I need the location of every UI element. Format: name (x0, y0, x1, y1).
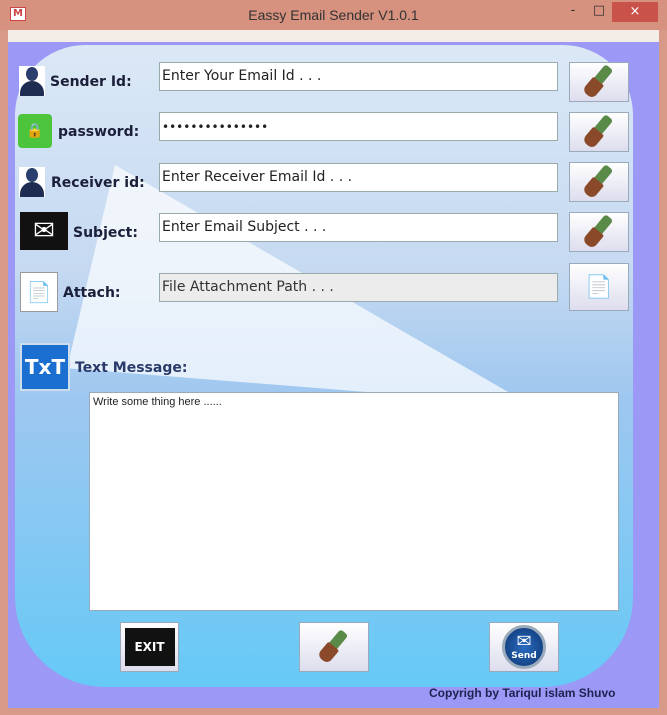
subject-input[interactable]: Enter Email Subject . . . (159, 213, 558, 242)
text-icon: TxT (20, 343, 70, 391)
password-input[interactable]: ••••••••••••••• (159, 112, 558, 141)
brush-icon (584, 115, 614, 149)
clear-receiver-button[interactable] (569, 162, 629, 202)
send-button[interactable]: ✉ Send (489, 622, 559, 672)
password-label: password: (58, 124, 140, 140)
copyright-text: Copyrigh by Tariqul islam Shuvo (429, 686, 616, 700)
minimize-button[interactable]: - (560, 3, 586, 23)
close-button[interactable]: × (612, 2, 658, 22)
send-label: Send (511, 651, 537, 661)
envelope-icon: ✉ (20, 212, 68, 250)
document-icon: 📄 (585, 274, 613, 300)
clear-sender-button[interactable] (569, 62, 629, 102)
document-icon: 📄 (20, 272, 58, 312)
brush-icon (584, 215, 614, 249)
brush-icon (584, 165, 614, 199)
maximize-button[interactable]: □ (588, 3, 610, 23)
brush-icon (584, 65, 614, 99)
message-textarea[interactable] (89, 392, 619, 611)
attach-label: Attach: (63, 285, 121, 301)
send-mail-icon: ✉ Send (502, 625, 546, 669)
menu-strip (8, 30, 659, 42)
subject-label: Subject: (73, 225, 138, 241)
sender-id-input[interactable]: Enter Your Email Id . . . (159, 62, 558, 91)
brush-icon (319, 630, 349, 664)
browse-attachment-button[interactable]: 📄 (569, 263, 629, 311)
receiver-id-input[interactable]: Enter Receiver Email Id . . . (159, 163, 558, 192)
attachment-path-input[interactable]: File Attachment Path . . . (159, 273, 558, 302)
receiver-label: Receiver id: (51, 175, 145, 191)
text-message-label: Text Message: (75, 360, 188, 376)
person-icon (18, 64, 46, 98)
clear-all-button[interactable] (299, 622, 369, 672)
lock-icon: 🔒 (18, 114, 52, 148)
person-icon (18, 165, 46, 199)
exit-button[interactable]: EXIT (120, 622, 179, 672)
clear-subject-button[interactable] (569, 212, 629, 252)
clear-password-button[interactable] (569, 112, 629, 152)
exit-sign-icon: EXIT (124, 628, 175, 666)
title-bar: M Eassy Email Sender V1.0.1 - □ × (0, 0, 667, 30)
sender-label: Sender Id: (50, 74, 132, 90)
